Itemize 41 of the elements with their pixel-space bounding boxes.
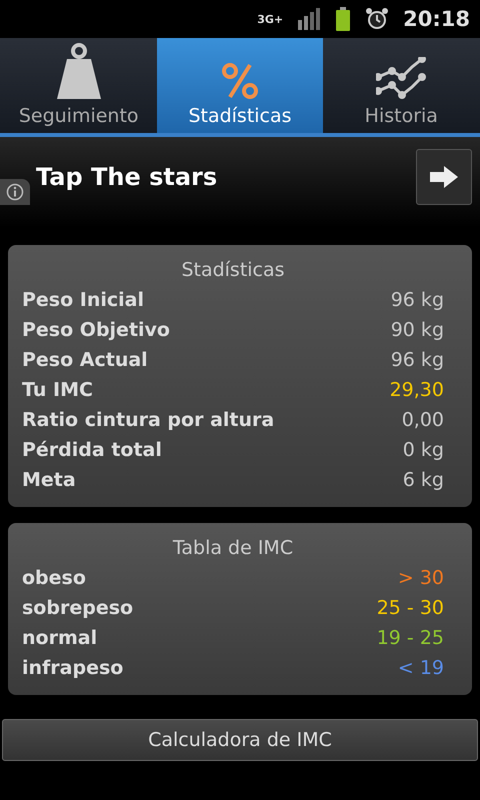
bmi-category: obeso <box>22 567 86 589</box>
stat-label: Meta <box>22 469 76 491</box>
bmi-category: sobrepeso <box>22 597 134 619</box>
calculator-button[interactable]: Calculadora de IMC <box>2 719 478 761</box>
percent-icon <box>220 61 260 101</box>
tab[interactable]: Historia <box>322 38 480 133</box>
stat-label: Ratio cintura por altura <box>22 409 274 431</box>
bmi-category: normal <box>22 627 98 649</box>
clock-time: 20:18 <box>403 7 470 31</box>
stat-label: Tu IMC <box>22 379 93 401</box>
arrow-right-icon <box>430 166 458 188</box>
bmi-range: < 19 <box>398 657 444 679</box>
stat-value: 0,00 <box>402 409 444 431</box>
stat-value: 96 kg <box>390 289 444 311</box>
stat-label: Peso Inicial <box>22 289 144 311</box>
stat-label: Pérdida total <box>22 439 162 461</box>
signal-icon <box>297 8 322 30</box>
bmi-range: 19 - 25 <box>376 627 444 649</box>
card-title: Tabla de IMC <box>172 537 294 559</box>
line-chart-icon <box>376 57 426 101</box>
network-icon: 3G+ <box>257 12 284 26</box>
stat-value: 6 kg <box>402 469 444 491</box>
next-button[interactable] <box>416 149 472 205</box>
card-title: Stadísticas <box>180 259 286 281</box>
stat-value: 0 kg <box>402 439 444 461</box>
bmi-range: 25 - 30 <box>376 597 444 619</box>
stat-value: 96 kg <box>390 349 444 371</box>
tab[interactable]: Stadísticas <box>157 38 323 133</box>
bmi-category: infrapeso <box>22 657 124 679</box>
info-button[interactable] <box>0 179 30 205</box>
battery-icon <box>335 7 352 31</box>
stat-value: 29,30 <box>390 379 444 401</box>
weight-icon <box>54 43 103 101</box>
stat-label: Peso Objetivo <box>22 319 170 341</box>
stat-label: Peso Actual <box>22 349 148 371</box>
alarm-clock-icon <box>365 7 390 31</box>
banner-text: Tap The stars <box>36 163 218 191</box>
bmi-range: > 30 <box>398 567 444 589</box>
stat-value: 90 kg <box>390 319 444 341</box>
tab[interactable]: Seguimiento <box>0 38 158 133</box>
info-icon <box>6 183 24 201</box>
